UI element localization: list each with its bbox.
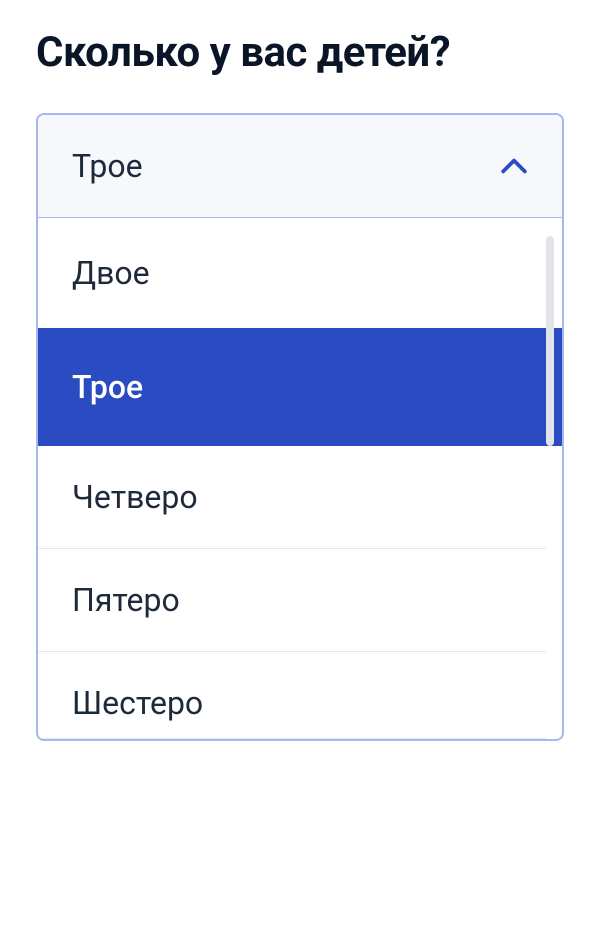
children-count-dropdown: Трое Двое Трое Четверо Пятеро Шестеро xyxy=(36,113,564,741)
dropdown-option-troe[interactable]: Трое xyxy=(38,328,562,446)
chevron-up-icon xyxy=(500,152,528,180)
dropdown-option-shestero[interactable]: Шестеро xyxy=(38,652,546,739)
scrollbar-thumb[interactable] xyxy=(546,236,554,446)
dropdown-options-list: Двое Трое Четверо Пятеро Шестеро xyxy=(38,218,562,739)
dropdown-toggle[interactable]: Трое xyxy=(38,115,562,218)
question-title: Сколько у вас детей? xyxy=(36,28,564,77)
dropdown-option-dvoe[interactable]: Двое xyxy=(38,218,546,328)
dropdown-selected-value: Трое xyxy=(72,147,143,185)
dropdown-option-chetvero[interactable]: Четверо xyxy=(38,446,546,549)
dropdown-option-pyatero[interactable]: Пятеро xyxy=(38,549,546,652)
